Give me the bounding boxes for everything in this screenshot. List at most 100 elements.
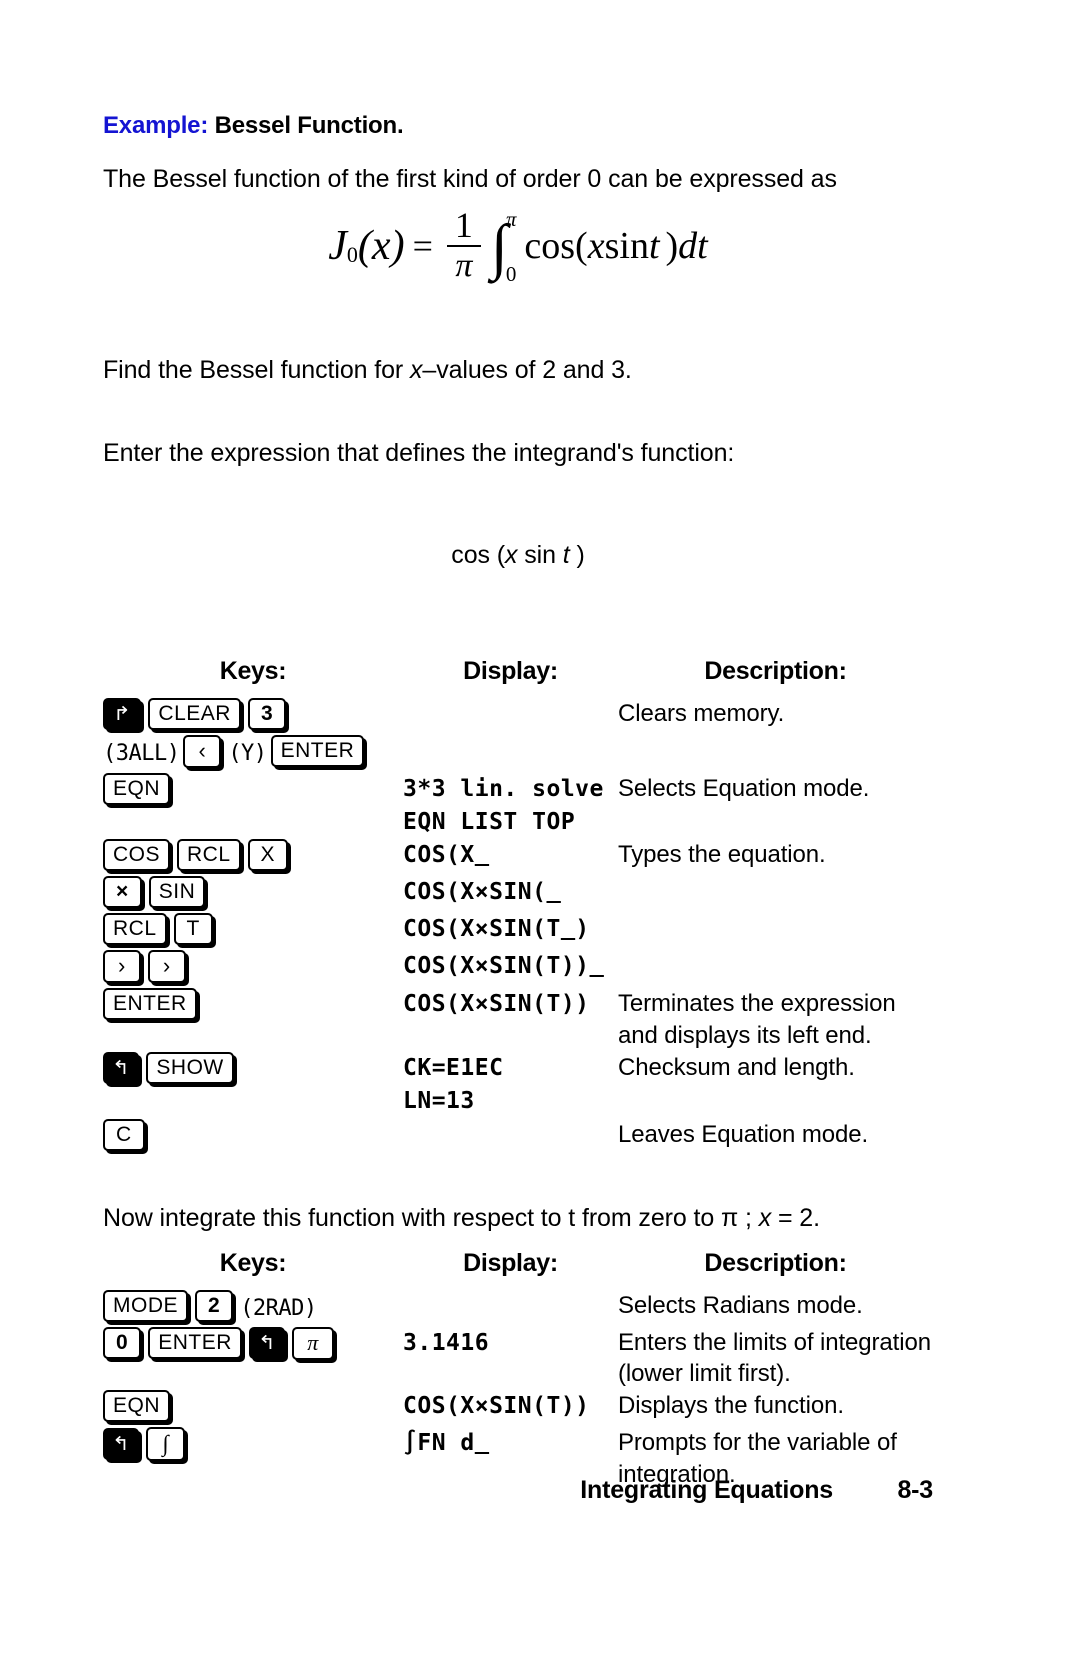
find-paragraph: Find the Bessel function for x–values of…: [103, 354, 933, 387]
cell-keys: C: [103, 1118, 403, 1156]
table-row: ENTER COS(X×SIN(T)) Terminates the express…: [103, 988, 933, 1051]
lcd-line: 3*3 lin. solve: [403, 775, 604, 802]
key-sym3[interactable]: π: [292, 1326, 334, 1360]
footer-title: Integrating Equations: [580, 1476, 833, 1504]
table1-header-display: Display:: [463, 656, 558, 685]
table-row: C Leaves Equation mode.: [103, 1118, 933, 1156]
table2-header-keys: Keys:: [219, 1248, 287, 1277]
cell-display: [403, 735, 618, 773]
cell-description: [618, 876, 933, 913]
key-c[interactable]: C: [103, 1118, 145, 1151]
key-eqn[interactable]: EQN: [103, 1389, 171, 1422]
key-clear[interactable]: CLEAR: [148, 697, 241, 730]
lcd-cursor: [590, 953, 604, 979]
cell-description: Selects Equation mode.: [618, 774, 870, 802]
now-text-b: = 2.: [771, 1203, 820, 1232]
key-t[interactable]: T: [173, 913, 213, 946]
key-0[interactable]: 0: [103, 1327, 142, 1360]
key-show[interactable]: SHOW: [146, 1051, 234, 1084]
cell-description: [618, 913, 933, 950]
table-row: › › COS(X×SIN(T)): [103, 950, 933, 988]
lcd-line: COS(X×SIN(T ): [403, 916, 590, 943]
cell-keys: 0 ENTER ↰ π: [103, 1326, 403, 1390]
find-text-a: Find the Bessel function for: [103, 355, 410, 384]
lcd-line: COS(X×SIN(T)): [403, 1392, 590, 1419]
table-row: × SIN COS(X×SIN(: [103, 876, 933, 913]
cell-keys: × SIN: [103, 876, 403, 913]
key-annotation: (3ALL): [103, 741, 180, 767]
key-rcl[interactable]: RCL: [103, 913, 167, 946]
lcd-line: 3.1416: [403, 1329, 490, 1356]
cell-display: 3*3 lin. solve EQN LIST TOP: [403, 773, 618, 840]
cell-keys: ↱ CLEAR 3: [103, 697, 403, 735]
key-enter[interactable]: ENTER: [148, 1327, 242, 1360]
cell-description: Clears memory.: [618, 699, 785, 727]
key-2[interactable]: 2: [195, 1289, 234, 1322]
equation-variable: x: [371, 223, 391, 270]
key-right-shift-icon[interactable]: ↱: [103, 697, 142, 730]
key-enter[interactable]: ENTER: [270, 735, 365, 768]
key-left-shift-icon[interactable]: ↰: [103, 1427, 140, 1460]
cell-display: [403, 1119, 618, 1156]
cell-display: COS(X×SIN(: [403, 876, 618, 913]
equation-subscript: 0: [346, 242, 358, 268]
key-3[interactable]: 3: [247, 697, 287, 730]
key-cos[interactable]: COS: [103, 839, 171, 872]
lcd-line: ∫FN d: [403, 1427, 618, 1460]
page-content: Example: Bessel Function. The Bessel fun…: [103, 112, 933, 1490]
cell-keys: MODE 2 (2RAD): [103, 1289, 403, 1327]
cell-display: [403, 698, 618, 735]
cell-display: COS(X×SIN(T)): [403, 950, 618, 988]
key-sym1[interactable]: ‹: [183, 734, 222, 768]
find-text-b: –values of 2 and 3.: [422, 355, 632, 384]
key-sin[interactable]: SIN: [148, 876, 206, 909]
integral-group: ∫ π 0: [491, 207, 517, 286]
integral-lower-limit: 0: [505, 262, 517, 287]
key-sym0[interactable]: ×: [103, 876, 142, 909]
key-eqn[interactable]: EQN: [103, 772, 171, 805]
cell-keys: EQN: [103, 1389, 403, 1427]
keys-table-2: Keys: Display: Description: MODE 2 (2RAD) S…: [103, 1249, 933, 1491]
example-label: Example:: [103, 112, 209, 139]
table1-header-row: Keys: Display: Description:: [103, 657, 933, 698]
key-sym0[interactable]: ›: [103, 950, 141, 984]
key-left-shift-icon[interactable]: ↰: [103, 1051, 140, 1084]
page-footer: Integrating Equations 8-3: [103, 1476, 933, 1505]
cell-description: Enters the limits of integration (lower …: [618, 1328, 931, 1388]
key-left-shift-icon[interactable]: ↰: [248, 1327, 286, 1360]
table-row: RCL T COS(X×SIN(T ): [103, 913, 933, 950]
key-x[interactable]: X: [247, 839, 289, 872]
cell-display: 3.1416: [403, 1327, 618, 1390]
key-rcl[interactable]: RCL: [177, 839, 241, 872]
table-row: 0 ENTER ↰ π 3.1416 Enters the limits of integ…: [103, 1326, 933, 1390]
table1-header-description: Description:: [704, 656, 847, 685]
cell-keys: › ›: [103, 950, 403, 988]
table-row: EQN COS(X×SIN(T)) Displays the function.: [103, 1389, 933, 1427]
equation-close-paren: ): [390, 223, 405, 270]
lcd-line: EQN LIST TOP: [403, 809, 576, 836]
key-mode[interactable]: MODE: [103, 1289, 188, 1322]
enter-paragraph: Enter the expression that defines the in…: [103, 438, 735, 467]
cell-display: COS(X: [403, 839, 618, 876]
manual-page: Example: Bessel Function. The Bessel fun…: [0, 0, 1080, 1673]
key-sym1[interactable]: ›: [147, 950, 186, 984]
equation-j: J: [328, 223, 347, 270]
bessel-equation: J 0(x) = 1 π ∫ π 0 cos(x sin t) dt: [103, 202, 933, 310]
table-row: ↱ CLEAR 3 Clears memory.: [103, 697, 933, 735]
cell-description: Types the equation.: [618, 841, 826, 869]
fraction-numerator: 1: [454, 204, 473, 245]
lcd-cursor: [561, 916, 575, 942]
table1-body: ↱ CLEAR 3 Clears memory. (3ALL) ‹ (Y) ENTER EQN 3…: [103, 697, 933, 1156]
cell-display: COS(X×SIN(T ): [403, 913, 618, 950]
integral-upper-limit: π: [505, 207, 517, 232]
now-text-a: Now integrate this function with respect…: [103, 1203, 759, 1232]
table1-header-keys: Keys:: [219, 656, 287, 685]
cell-keys: ENTER: [103, 988, 403, 1051]
integrand-b: ): [569, 540, 585, 569]
table-row: EQN 3*3 lin. solve EQN LIST TOP Selects Equ…: [103, 772, 933, 840]
intro-paragraph: The Bessel function of the first kind of…: [103, 164, 837, 193]
key-sym1[interactable]: ∫: [146, 1426, 186, 1461]
integrand-x: x: [504, 540, 518, 569]
key-enter[interactable]: ENTER: [103, 988, 197, 1021]
example-heading: Example: Bessel Function.: [103, 112, 933, 141]
